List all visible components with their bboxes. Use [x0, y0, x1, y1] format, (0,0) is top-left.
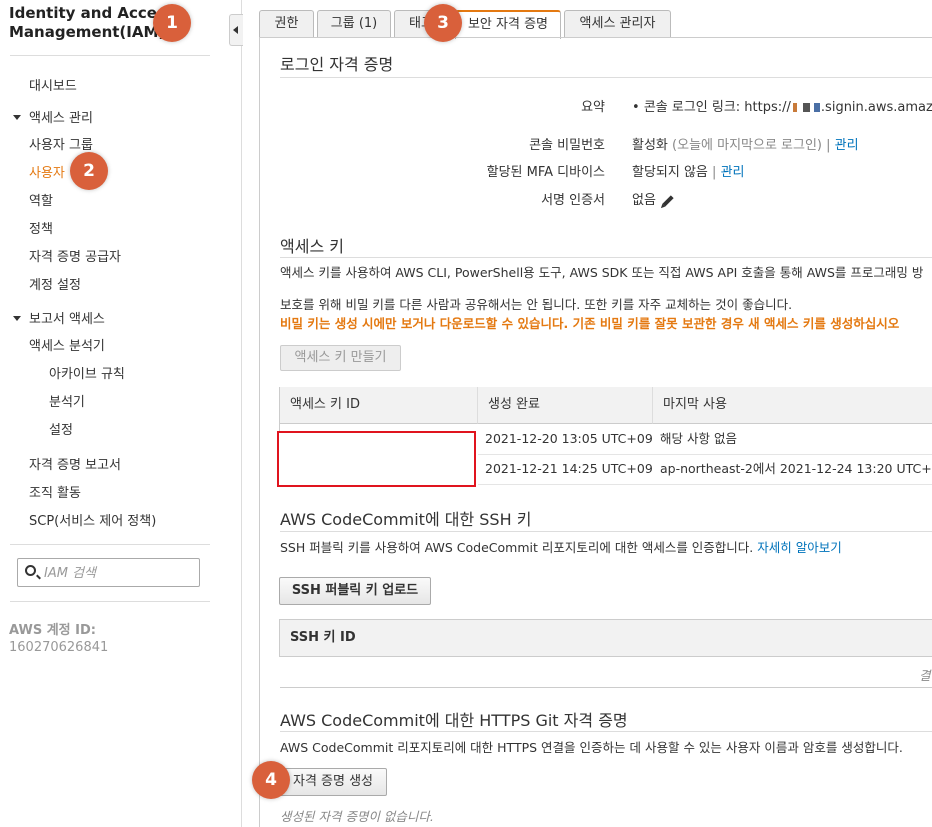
column-header-access-key-id[interactable]: 액세스 키 ID: [279, 387, 478, 424]
step-badge-3: 3: [424, 4, 462, 42]
section-label: 보고서 액세스: [29, 312, 105, 327]
https-git-description: AWS CodeCommit 리포지토리에 대한 HTTPS 연결을 인증하는 …: [280, 740, 903, 755]
column-header-created[interactable]: 생성 완료: [478, 387, 653, 424]
sidebar-item-policies[interactable]: 정책: [29, 218, 53, 237]
access-keys-note: 보호를 위해 비밀 키를 다른 사람과 공유해서는 안 됩니다. 또한 키를 자…: [280, 297, 793, 312]
divider: [280, 687, 932, 688]
caret-down-icon: [13, 115, 21, 120]
redacted-access-key-ids: [277, 431, 476, 487]
sidebar-item-credential-report[interactable]: 자격 증명 보고서: [29, 454, 121, 473]
no-credentials-text: 생성된 자격 증명이 없습니다.: [280, 809, 434, 824]
bullet: •: [632, 100, 644, 115]
learn-more-link[interactable]: 자세히 알아보기: [757, 540, 841, 555]
divider: [280, 257, 932, 258]
column-header-ssh-key-id[interactable]: SSH 키 ID: [279, 619, 932, 657]
divider: [10, 544, 210, 545]
console-password-label: 콘솔 비밀번호: [529, 138, 605, 153]
ssh-keys-heading: AWS CodeCommit에 대한 SSH 키: [280, 510, 532, 529]
iam-search-input[interactable]: [44, 563, 194, 583]
step-badge-4: 4: [252, 761, 290, 799]
separator: |: [826, 138, 835, 153]
sidebar-item-dashboard[interactable]: 대시보드: [29, 75, 77, 94]
upload-ssh-key-button[interactable]: SSH 퍼블릭 키 업로드: [279, 577, 431, 605]
sidebar-item-roles[interactable]: 역할: [29, 190, 53, 209]
create-access-key-button[interactable]: 액세스 키 만들기: [280, 345, 401, 371]
status-enabled: 활성화: [632, 138, 668, 153]
mfa-value: 할당되지 않음 | 관리: [632, 161, 744, 180]
caret-down-icon: [13, 316, 21, 321]
cell-created: 2021-12-21 14:25 UTC+0900: [478, 455, 653, 485]
sidebar: Identity and Access Management(IAM) 대시보드…: [0, 0, 242, 827]
generate-credentials-button[interactable]: 자격 증명 생성: [279, 768, 387, 796]
divider: [10, 55, 210, 56]
sidebar-item-users[interactable]: 사용자: [29, 162, 65, 181]
cell-last-used: ap-northeast-2에서 2021-12-24 13:20 UTC+09…: [653, 455, 932, 485]
section-label: 액세스 관리: [29, 111, 93, 126]
edit-pencil-icon[interactable]: [662, 194, 674, 207]
step-badge-1: 1: [153, 4, 191, 42]
main-content: 권한 그룹 (1) 태그 보안 자격 증명 액세스 관리자 로그인 자격 증명 …: [243, 0, 932, 827]
cell-last-used: 해당 사항 없음: [653, 425, 932, 455]
sidebar-item-access-analyzer[interactable]: 액세스 분석기: [29, 335, 105, 354]
signing-cert-value: 없음: [632, 189, 674, 208]
access-keys-heading: 액세스 키: [280, 237, 344, 256]
signing-cert-label: 서명 인증서: [541, 193, 605, 208]
tab-access-advisor[interactable]: 액세스 관리자: [564, 10, 671, 38]
collapse-sidebar-button[interactable]: [229, 14, 243, 46]
console-password-value: 활성화 (오늘에 마지막으로 로그인) | 관리: [632, 134, 859, 153]
sidebar-section-access-reports[interactable]: 보고서 액세스: [13, 308, 105, 327]
https-git-heading: AWS CodeCommit에 대한 HTTPS Git 자격 증명: [280, 711, 628, 730]
console-link-suffix[interactable]: .signin.aws.amazo: [821, 100, 932, 115]
sidebar-item-scp[interactable]: SCP(서비스 제어 정책): [29, 510, 156, 529]
manage-mfa-link[interactable]: 관리: [721, 165, 745, 180]
divider: [280, 531, 932, 532]
ssh-description: SSH 퍼블릭 키를 사용하여 AWS CodeCommit 리포지토리에 대한…: [280, 537, 842, 556]
divider: [10, 601, 210, 602]
divider: [280, 731, 932, 732]
signing-cert-status: 없음: [632, 193, 656, 208]
summary-value: • 콘솔 로그인 링크: https:// .signin.aws.amazo: [632, 96, 932, 115]
search-icon: [25, 565, 36, 576]
sidebar-item-archive-rules[interactable]: 아카이브 규칙: [49, 363, 125, 382]
tab-permissions[interactable]: 권한: [259, 10, 314, 38]
ssh-results-text: 결: [919, 668, 931, 683]
ssh-description-text: SSH 퍼블릭 키를 사용하여 AWS CodeCommit 리포지토리에 대한…: [280, 540, 754, 555]
access-keys-warning: 비밀 키는 생성 시에만 보거나 다운로드할 수 있습니다. 기존 비밀 키를 …: [280, 316, 900, 331]
iam-search-box[interactable]: [17, 558, 200, 587]
account-id-label: AWS 계정 ID:: [9, 623, 96, 638]
access-keys-description: 액세스 키를 사용하여 AWS CLI, PowerShell용 도구, AWS…: [280, 265, 924, 280]
manage-console-password-link[interactable]: 관리: [835, 138, 859, 153]
sidebar-item-organization-activity[interactable]: 조직 활동: [29, 482, 81, 501]
mfa-status: 할당되지 않음: [632, 165, 708, 180]
sidebar-item-account-settings[interactable]: 계정 설정: [29, 274, 81, 293]
step-badge-2: 2: [70, 152, 108, 190]
sidebar-item-analyzers[interactable]: 분석기: [49, 391, 85, 410]
tab-groups[interactable]: 그룹 (1): [317, 10, 391, 38]
summary-label: 요약: [581, 100, 605, 115]
sidebar-item-identity-providers[interactable]: 자격 증명 공급자: [29, 246, 121, 265]
divider: [280, 77, 932, 78]
console-link-prefix: 콘솔 로그인 링크: https://: [643, 100, 791, 115]
signin-credentials-heading: 로그인 자격 증명: [280, 55, 394, 74]
sidebar-item-settings[interactable]: 설정: [49, 419, 73, 438]
mfa-label: 할당된 MFA 디바이스: [486, 165, 605, 180]
sidebar-item-user-groups[interactable]: 사용자 그룹: [29, 134, 93, 153]
redacted-alias-icon: [791, 103, 821, 112]
separator: |: [712, 165, 721, 180]
tab-security-credentials[interactable]: 보안 자격 증명: [455, 10, 561, 39]
column-header-last-used[interactable]: 마지막 사용: [653, 387, 932, 424]
account-id-value: 160270626841: [9, 640, 109, 655]
cell-created: 2021-12-20 13:05 UTC+0900: [478, 425, 653, 455]
sidebar-section-access-management[interactable]: 액세스 관리: [13, 107, 93, 126]
last-login-note: (오늘에 마지막으로 로그인): [672, 138, 822, 153]
